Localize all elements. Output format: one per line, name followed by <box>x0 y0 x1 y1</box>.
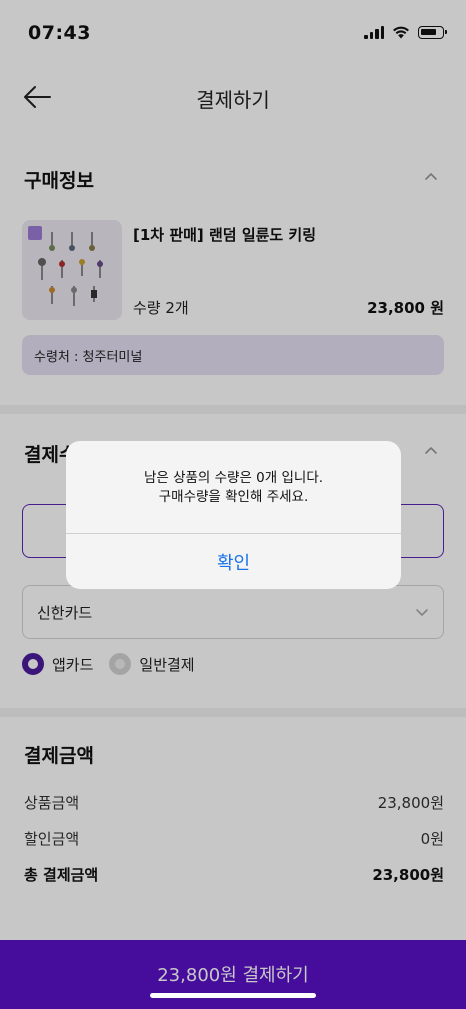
alert-message: 남은 상품의 수량은 0개 입니다. 구매수량을 확인해 주세요. <box>66 469 401 507</box>
alert-message-line1: 남은 상품의 수량은 0개 입니다. <box>143 470 324 486</box>
alert-confirm-button[interactable]: 확인 <box>66 534 401 589</box>
alert-message-line2: 구매수량을 확인해 주세요. <box>158 489 309 505</box>
alert-dialog: 남은 상품의 수량은 0개 입니다. 구매수량을 확인해 주세요. 확인 <box>66 441 401 589</box>
home-indicator <box>150 993 316 998</box>
